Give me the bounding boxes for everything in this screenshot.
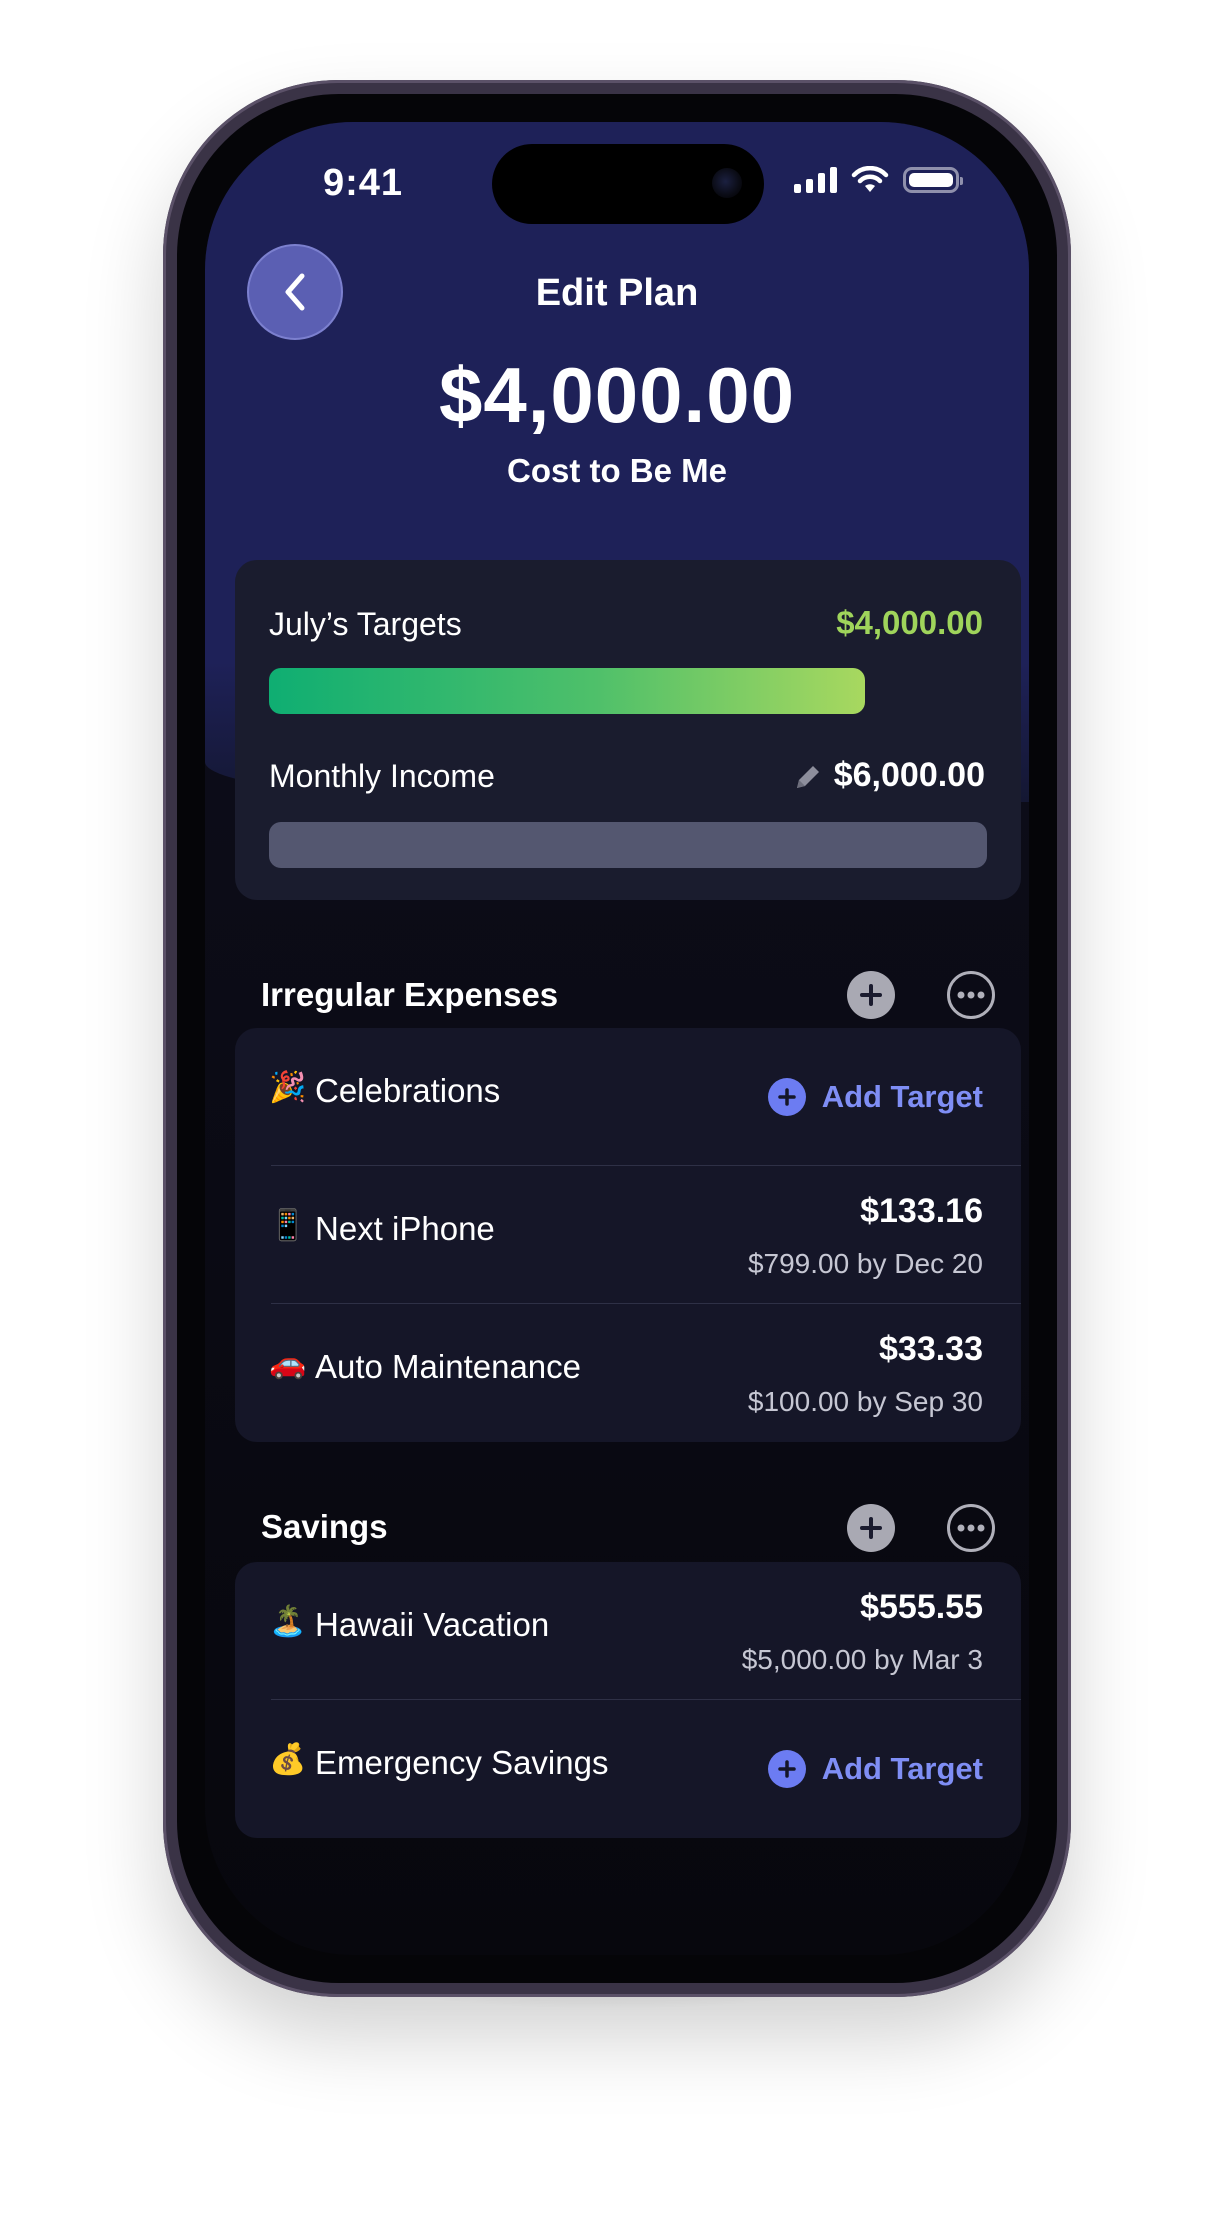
plus-circle-icon <box>767 1750 806 1788</box>
item-name: Auto Maintenance <box>315 1348 582 1385</box>
list-item-auto-maintenance[interactable]: 🚗 Auto Maintenance $33.33 $100.00 by Sep… <box>235 1304 1021 1442</box>
section-title-irregular-expenses: Irregular Expenses <box>261 976 559 1013</box>
item-amount: $33.33 <box>879 1330 983 1368</box>
irregular-expenses-list: 🎉 Celebrations Add Target 📱 Next iPhone … <box>235 1028 1021 1442</box>
section-title-savings: Savings <box>261 1508 388 1545</box>
mobile-phone-icon: 📱 <box>269 1209 307 1242</box>
status-icons <box>794 166 963 194</box>
cellular-signal-icon <box>794 167 837 193</box>
add-target-button[interactable]: Add Target <box>767 1078 983 1116</box>
savings-list: 🏝️ Hawaii Vacation $555.55 $5,000.00 by … <box>235 1562 1021 1838</box>
targets-amount: $4,000.00 <box>836 604 983 641</box>
phone-frame: 9:41 Edit Plan $4,000.00 Cost to Be Me J… <box>163 80 1071 1997</box>
item-detail: $5,000.00 by Mar 3 <box>741 1644 983 1675</box>
list-item-hawaii-vacation[interactable]: 🏝️ Hawaii Vacation $555.55 $5,000.00 by … <box>235 1562 1021 1700</box>
cost-caption: Cost to Be Me <box>506 452 727 489</box>
island-icon: 🏝️ <box>269 1605 307 1638</box>
item-amount: $133.16 <box>860 1192 983 1230</box>
dynamic-island <box>492 144 764 224</box>
party-popper-icon: 🎉 <box>269 1071 307 1104</box>
item-name: Celebrations <box>315 1072 501 1109</box>
income-amount: $6,000.00 <box>833 756 985 794</box>
item-name: Hawaii Vacation <box>315 1606 550 1643</box>
pencil-icon[interactable] <box>791 760 825 794</box>
page-title: Edit Plan <box>535 272 699 314</box>
status-time: 9:41 <box>323 162 404 204</box>
add-savings-button[interactable] <box>847 1504 895 1552</box>
camera-icon <box>712 168 742 198</box>
plus-icon <box>860 1517 882 1539</box>
targets-progress-track <box>269 668 987 714</box>
income-bar <box>269 822 987 868</box>
item-detail: $799.00 by Dec 20 <box>747 1248 983 1279</box>
income-label: Monthly Income <box>269 758 495 794</box>
plus-icon <box>860 984 882 1006</box>
cost-amount: $4,000.00 <box>438 351 795 439</box>
ellipsis-icon <box>957 991 985 999</box>
item-detail: $100.00 by Sep 30 <box>747 1386 983 1417</box>
add-target-button[interactable]: Add Target <box>767 1750 983 1788</box>
plus-circle-icon <box>767 1078 806 1116</box>
item-amount: $555.55 <box>860 1588 983 1626</box>
app-screen: 9:41 Edit Plan $4,000.00 Cost to Be Me J… <box>205 122 1029 1955</box>
item-name: Emergency Savings <box>315 1744 609 1781</box>
list-item-emergency-savings[interactable]: 💰 Emergency Savings Add Target <box>235 1700 1021 1838</box>
add-target-label: Add Target <box>821 1751 983 1786</box>
irregular-expenses-more-button[interactable] <box>947 971 995 1019</box>
money-bag-icon: 💰 <box>269 1743 307 1776</box>
add-irregular-expense-button[interactable] <box>847 971 895 1019</box>
targets-progress-bar <box>269 668 865 714</box>
battery-icon <box>903 167 963 193</box>
item-name: Next iPhone <box>315 1210 495 1247</box>
list-item-next-iphone[interactable]: 📱 Next iPhone $133.16 $799.00 by Dec 20 <box>235 1166 1021 1304</box>
targets-card: July’s Targets $4,000.00 Monthly Income … <box>235 560 1021 900</box>
savings-more-button[interactable] <box>947 1504 995 1552</box>
ellipsis-icon <box>957 1524 985 1532</box>
wifi-icon <box>851 166 889 192</box>
car-icon: 🚗 <box>269 1347 307 1380</box>
phone-bezel: 9:41 Edit Plan $4,000.00 Cost to Be Me J… <box>177 94 1057 1983</box>
add-target-label: Add Target <box>821 1079 983 1114</box>
list-item-celebrations[interactable]: 🎉 Celebrations Add Target <box>235 1028 1021 1166</box>
targets-label: July’s Targets <box>269 606 462 642</box>
